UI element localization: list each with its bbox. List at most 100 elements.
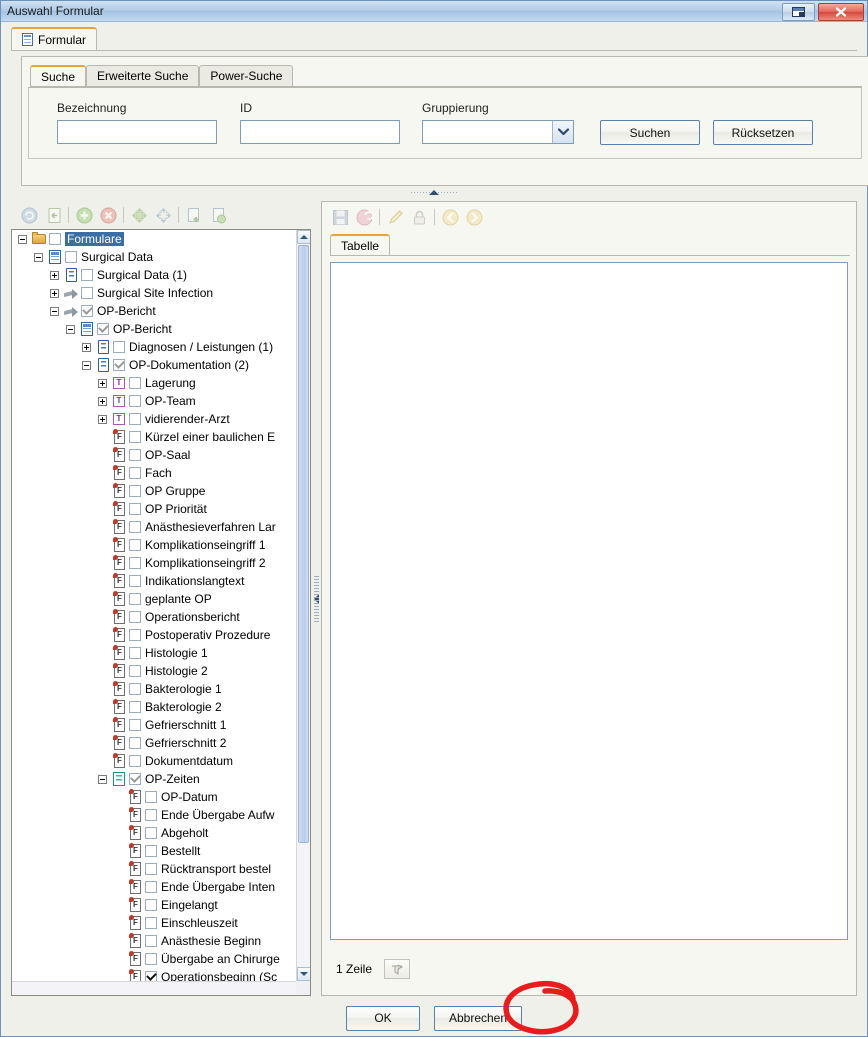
tree-node[interactable]: FOperationsbericht — [12, 608, 296, 626]
tree-node[interactable]: Fgeplante OP — [12, 590, 296, 608]
ok-button[interactable]: OK — [346, 1006, 420, 1031]
tree-node-checkbox[interactable] — [129, 755, 141, 767]
collapse-minus-icon[interactable] — [80, 359, 93, 372]
tree-node-checkbox[interactable] — [97, 323, 109, 335]
undo-icon[interactable] — [352, 206, 376, 228]
tree-node-checkbox[interactable] — [129, 485, 141, 497]
tree-node-checkbox[interactable] — [129, 683, 141, 695]
collapse-minus-icon[interactable] — [16, 233, 29, 246]
bezeichnung-input[interactable] — [57, 120, 217, 144]
expand-plus-icon[interactable] — [96, 413, 109, 426]
tree-node-checkbox[interactable] — [145, 863, 157, 875]
tab-power-suche[interactable]: Power-Suche — [199, 65, 293, 86]
tree-node[interactable]: FGefrierschnitt 2 — [12, 734, 296, 752]
gruppierung-select[interactable] — [422, 120, 574, 144]
tree-node-checkbox[interactable] — [145, 971, 157, 981]
tree-node[interactable]: TLagerung — [12, 374, 296, 392]
tree-node-checkbox[interactable] — [129, 557, 141, 569]
collapse-minus-icon[interactable] — [96, 773, 109, 786]
tree-horizontal-scrollbar[interactable] — [12, 981, 296, 995]
tree-node[interactable]: OP-Zeiten — [12, 770, 296, 788]
reset-button[interactable]: Rücksetzen — [713, 120, 813, 145]
tree-node[interactable]: FPostoperativ Prozedure — [12, 626, 296, 644]
tab-erweiterte-suche[interactable]: Erweiterte Suche — [86, 65, 199, 86]
edit-icon[interactable] — [383, 206, 407, 228]
table-grid[interactable] — [330, 262, 848, 940]
tree-node[interactable]: FOP Gruppe — [12, 482, 296, 500]
tree-node-checkbox[interactable] — [81, 269, 93, 281]
horizontal-splitter[interactable] — [1, 188, 867, 197]
tree-node[interactable]: FBestellt — [12, 842, 296, 860]
expand-plus-icon[interactable] — [48, 287, 61, 300]
tree-vertical-scrollbar[interactable] — [296, 230, 310, 981]
tree-node-checkbox[interactable] — [145, 881, 157, 893]
copy-doc-icon[interactable] — [206, 204, 230, 226]
tree-node[interactable]: FFach — [12, 464, 296, 482]
collapse-minus-icon[interactable] — [32, 251, 45, 264]
expand-plus-icon[interactable] — [96, 377, 109, 390]
tree-node[interactable]: FBakterologie 2 — [12, 698, 296, 716]
tree-node-checkbox[interactable] — [129, 377, 141, 389]
save-icon[interactable] — [328, 206, 352, 228]
tree-node[interactable]: Surgical Data — [12, 248, 296, 266]
id-input[interactable] — [240, 120, 400, 144]
tree-node-checkbox[interactable] — [145, 809, 157, 821]
tree-node[interactable]: Surgical Site Infection — [12, 284, 296, 302]
tree-node-checkbox[interactable] — [65, 251, 77, 263]
tree-node[interactable]: Surgical Data (1) — [12, 266, 296, 284]
new-doc-icon[interactable] — [182, 204, 206, 226]
tree-node[interactable]: OP-Dokumentation (2) — [12, 356, 296, 374]
scroll-down-button[interactable] — [297, 967, 311, 981]
tree-node[interactable]: FKürzel einer baulichen E — [12, 428, 296, 446]
tree-node[interactable]: FAbgeholt — [12, 824, 296, 842]
expand-plus-icon[interactable] — [48, 269, 61, 282]
collapse-minus-icon[interactable] — [64, 323, 77, 336]
tree-node[interactable]: FHistologie 1 — [12, 644, 296, 662]
tree-node-checkbox[interactable] — [129, 539, 141, 551]
tab-formular[interactable]: Formular — [11, 27, 97, 50]
expand-plus-icon[interactable] — [80, 341, 93, 354]
tree-node[interactable]: Diagnosen / Leistungen (1) — [12, 338, 296, 356]
expand-plus-icon[interactable] — [96, 395, 109, 408]
tree-node-checkbox[interactable] — [129, 737, 141, 749]
tree-node-checkbox[interactable] — [129, 701, 141, 713]
tree-node-checkbox[interactable] — [129, 773, 141, 785]
tree-node-checkbox[interactable] — [145, 935, 157, 947]
back-icon[interactable] — [438, 206, 462, 228]
tree-node-checkbox[interactable] — [145, 791, 157, 803]
tree-node-checkbox[interactable] — [129, 395, 141, 407]
add-icon[interactable] — [72, 204, 96, 226]
tree-node-checkbox[interactable] — [129, 611, 141, 623]
form-tree[interactable]: FormulareSurgical DataSurgical Data (1)S… — [11, 229, 311, 996]
tree-node[interactable]: FGefrierschnitt 1 — [12, 716, 296, 734]
tree-node-checkbox[interactable] — [129, 575, 141, 587]
search-button[interactable]: Suchen — [600, 120, 700, 145]
tree-node-checkbox[interactable] — [81, 305, 93, 317]
tree-node[interactable]: FEingelangt — [12, 896, 296, 914]
export-icon[interactable] — [41, 204, 65, 226]
tree-node[interactable]: FOperationsbeginn (Sc — [12, 968, 296, 981]
tree-node-checkbox[interactable] — [113, 341, 125, 353]
expand-icon[interactable] — [151, 204, 175, 226]
tree-scroll-thumb[interactable] — [298, 245, 309, 843]
tree-node[interactable]: Formulare — [12, 230, 296, 248]
tab-suche[interactable]: Suche — [30, 65, 86, 86]
tab-tabelle[interactable]: Tabelle — [330, 234, 390, 255]
tree-node[interactable]: TOP-Team — [12, 392, 296, 410]
tree-node[interactable]: FKomplikationseingriff 2 — [12, 554, 296, 572]
tree-node-checkbox[interactable] — [129, 503, 141, 515]
collapse-minus-icon[interactable] — [48, 305, 61, 318]
tree-node-checkbox[interactable] — [129, 665, 141, 677]
tree-node-checkbox[interactable] — [129, 431, 141, 443]
tree-node[interactable]: FRücktransport bestel — [12, 860, 296, 878]
tree-node-checkbox[interactable] — [113, 359, 125, 371]
tree-node-checkbox[interactable] — [145, 917, 157, 929]
tree-node[interactable]: FEnde Übergabe Inten — [12, 878, 296, 896]
tree-node-checkbox[interactable] — [129, 629, 141, 641]
tree-node-checkbox[interactable] — [145, 899, 157, 911]
tree-node[interactable]: FBakterologie 1 — [12, 680, 296, 698]
refresh-icon[interactable] — [17, 204, 41, 226]
tree-node-checkbox[interactable] — [129, 521, 141, 533]
tree-node[interactable]: FDokumentdatum — [12, 752, 296, 770]
tree-node[interactable]: FEinschleuszeit — [12, 914, 296, 932]
